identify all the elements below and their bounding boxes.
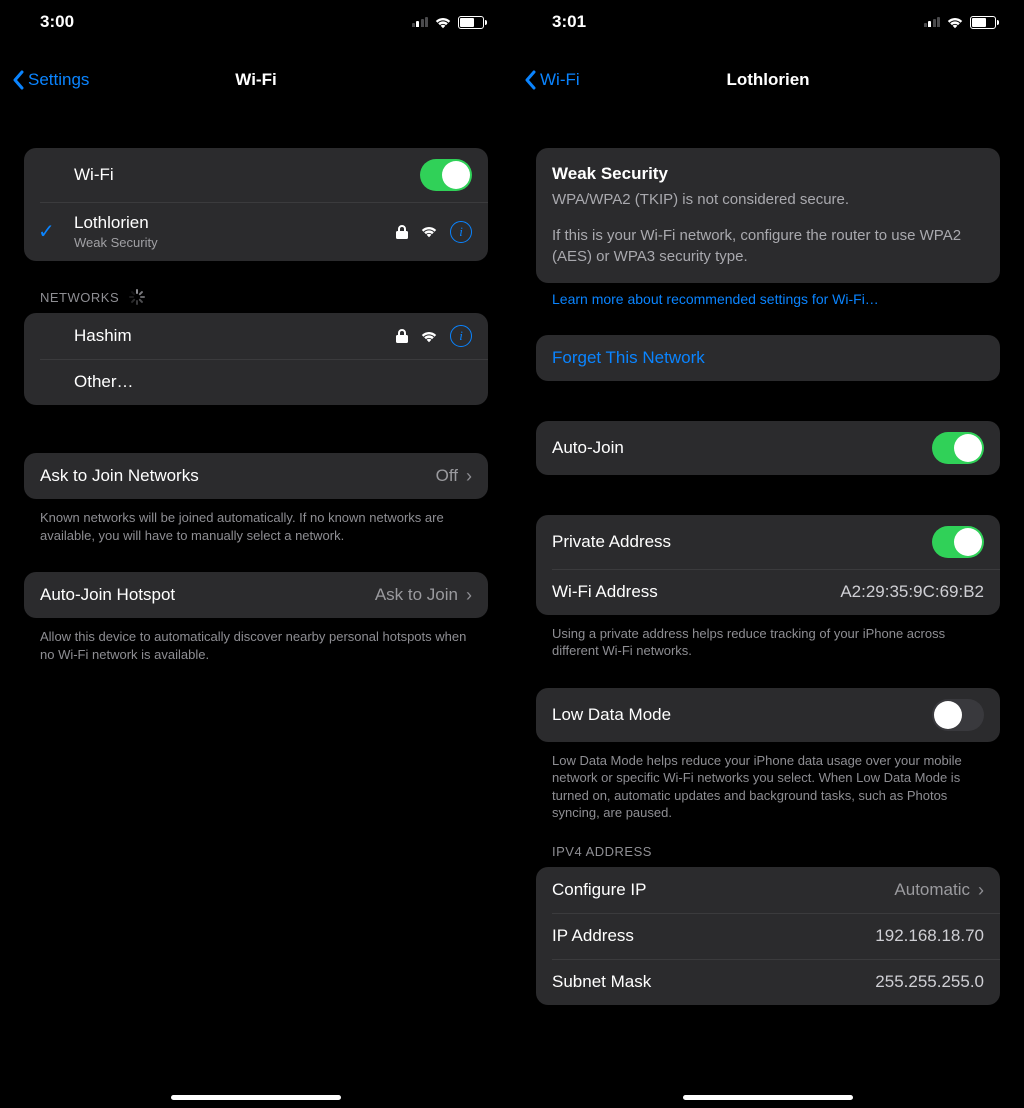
ask-to-join-value: Off	[436, 466, 458, 486]
wifi-icon	[434, 16, 452, 29]
low-data-mode-row: Low Data Mode	[536, 688, 1000, 742]
page-title: Lothlorien	[512, 70, 1024, 90]
back-button[interactable]: Wi-Fi	[524, 70, 580, 90]
chevron-right-icon: ›	[978, 880, 984, 901]
other-network-row[interactable]: Other…	[24, 359, 488, 405]
configure-ip-label: Configure IP	[552, 880, 647, 900]
forget-label: Forget This Network	[552, 348, 705, 368]
cellular-signal-icon	[924, 17, 941, 27]
auto-join-toggle[interactable]	[932, 432, 984, 464]
auto-join-row: Auto-Join	[536, 421, 1000, 475]
ask-to-join-row[interactable]: Ask to Join Networks Off ›	[24, 453, 488, 499]
wifi-signal-icon	[420, 225, 438, 238]
battery-icon	[970, 16, 996, 29]
auto-join-hotspot-value: Ask to Join	[375, 585, 458, 605]
back-label: Settings	[28, 70, 89, 90]
wifi-address-row: Wi-Fi Address A2:29:35:9C:69:B2	[536, 569, 1000, 615]
auto-join-hotspot-row[interactable]: Auto-Join Hotspot Ask to Join ›	[24, 572, 488, 618]
ipv4-header: IPV4 ADDRESS	[552, 844, 1000, 859]
checkmark-icon: ✓	[38, 219, 55, 244]
low-data-toggle[interactable]	[932, 699, 984, 731]
back-label: Wi-Fi	[540, 70, 580, 90]
networks-header: NETWORKS	[40, 289, 488, 305]
subnet-mask-label: Subnet Mask	[552, 972, 651, 992]
configure-ip-value: Automatic	[894, 880, 970, 900]
ip-address-value: 192.168.18.70	[875, 926, 984, 946]
info-icon[interactable]: i	[450, 221, 472, 243]
network-row[interactable]: Hashim i	[24, 313, 488, 359]
back-button[interactable]: Settings	[12, 70, 89, 90]
private-address-toggle[interactable]	[932, 526, 984, 558]
battery-icon	[458, 16, 484, 29]
weak-security-line2: If this is your Wi-Fi network, configure…	[552, 226, 984, 267]
chevron-right-icon: ›	[466, 585, 472, 606]
chevron-left-icon	[12, 70, 24, 90]
other-label: Other…	[74, 372, 134, 392]
subnet-mask-value: 255.255.255.0	[875, 972, 984, 992]
wifi-signal-icon	[420, 330, 438, 343]
chevron-right-icon: ›	[466, 466, 472, 487]
subnet-mask-row: Subnet Mask 255.255.255.0	[536, 959, 1000, 1005]
connected-network-warning: Weak Security	[74, 235, 158, 250]
network-name: Hashim	[74, 326, 132, 346]
private-address-footer: Using a private address helps reduce tra…	[536, 615, 1000, 660]
connected-network-name: Lothlorien	[74, 213, 158, 233]
lock-icon	[396, 328, 408, 344]
weak-security-heading: Weak Security	[552, 164, 984, 184]
wifi-address-label: Wi-Fi Address	[552, 582, 658, 602]
chevron-left-icon	[524, 70, 536, 90]
lock-icon	[396, 224, 408, 240]
wifi-toggle[interactable]	[420, 159, 472, 191]
spinner-icon	[129, 289, 145, 305]
auto-join-label: Auto-Join	[552, 438, 624, 458]
wifi-toggle-label: Wi-Fi	[74, 165, 114, 185]
connected-network-row[interactable]: ✓ Lothlorien Weak Security i	[24, 202, 488, 261]
low-data-label: Low Data Mode	[552, 705, 671, 725]
status-bar: 3:00	[0, 0, 512, 44]
ip-address-label: IP Address	[552, 926, 634, 946]
private-address-row: Private Address	[536, 515, 1000, 569]
network-detail-screen: 3:01 Wi-Fi Lothlorien Weak Security WPA/…	[512, 0, 1024, 1108]
ip-address-row: IP Address 192.168.18.70	[536, 913, 1000, 959]
private-address-label: Private Address	[552, 532, 671, 552]
clock: 3:00	[40, 12, 74, 32]
home-indicator[interactable]	[683, 1095, 853, 1100]
ask-to-join-label: Ask to Join Networks	[40, 466, 199, 486]
wifi-toggle-row: Wi-Fi	[24, 148, 488, 202]
status-bar: 3:01	[512, 0, 1024, 44]
cellular-signal-icon	[412, 17, 429, 27]
wifi-settings-screen: 3:00 Settings Wi-Fi Wi-Fi ✓ Lothl	[0, 0, 512, 1108]
home-indicator[interactable]	[171, 1095, 341, 1100]
clock: 3:01	[552, 12, 586, 32]
wifi-icon	[946, 16, 964, 29]
info-icon[interactable]: i	[450, 325, 472, 347]
weak-security-line1: WPA/WPA2 (TKIP) is not considered secure…	[552, 190, 984, 210]
auto-join-hotspot-label: Auto-Join Hotspot	[40, 585, 175, 605]
learn-more-link[interactable]: Learn more about recommended settings fo…	[536, 283, 1000, 307]
configure-ip-row[interactable]: Configure IP Automatic ›	[536, 867, 1000, 913]
forget-network-button[interactable]: Forget This Network	[536, 335, 1000, 381]
low-data-footer: Low Data Mode helps reduce your iPhone d…	[536, 742, 1000, 822]
ask-to-join-footer: Known networks will be joined automatica…	[24, 499, 488, 544]
auto-join-hotspot-footer: Allow this device to automatically disco…	[24, 618, 488, 663]
wifi-address-value: A2:29:35:9C:69:B2	[840, 582, 984, 602]
